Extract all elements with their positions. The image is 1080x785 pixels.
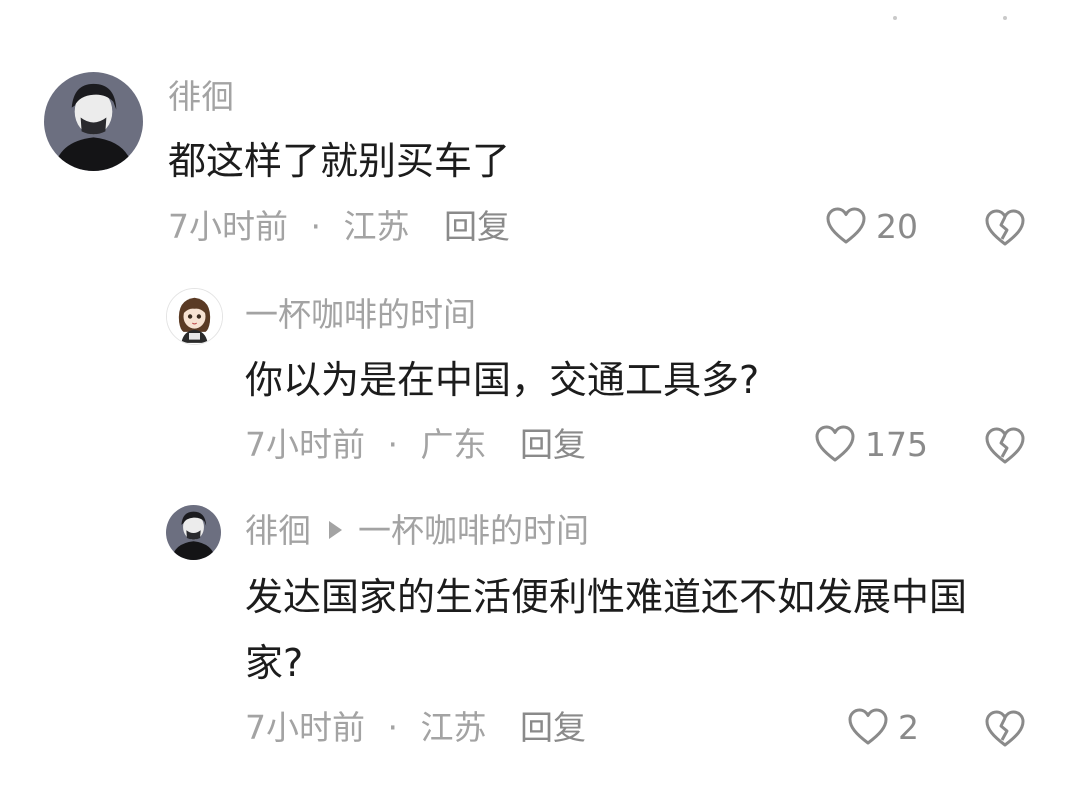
broken-heart-icon xyxy=(985,209,1025,246)
broken-heart-icon xyxy=(985,427,1025,464)
avatar-image xyxy=(167,289,222,344)
avatar[interactable] xyxy=(166,288,223,345)
reply-button[interactable]: 回复 xyxy=(444,210,510,243)
like-button[interactable]: 2 xyxy=(846,705,919,749)
comment-text: 发达国家的生活便利性难道还不如发展中国 家? xyxy=(245,564,967,696)
like-count: 20 xyxy=(876,206,918,246)
comment-time: 7小时前 xyxy=(245,425,365,464)
reply-target-username[interactable]: 一杯咖啡的时间 xyxy=(358,511,589,550)
comment-text-line: 家? xyxy=(245,641,304,685)
top-fragment-dot xyxy=(890,8,900,20)
like-button[interactable]: 175 xyxy=(813,422,928,466)
heart-outline-icon xyxy=(848,708,888,745)
reply-button[interactable]: 回复 xyxy=(520,711,586,744)
avatar[interactable] xyxy=(166,505,221,560)
comment-location: 江苏 xyxy=(343,207,410,246)
comment-meta: 7小时前 · 江苏 xyxy=(245,711,487,744)
comment-meta: 7小时前 · 广东 xyxy=(245,428,487,461)
comment-meta: 7小时前 · 江苏 xyxy=(168,210,410,243)
comment-text: 你以为是在中国，交通工具多? xyxy=(245,358,760,402)
meta-separator: · xyxy=(310,207,322,246)
comment-text-line: 发达国家的生活便利性难道还不如发展中国 xyxy=(245,575,968,619)
broken-heart-icon xyxy=(985,710,1025,747)
heart-outline-icon xyxy=(826,207,866,244)
triangle-right-icon xyxy=(329,520,342,539)
like-button[interactable]: 20 xyxy=(824,204,918,248)
username[interactable]: 徘徊 xyxy=(245,511,311,550)
reply-button[interactable]: 回复 xyxy=(520,428,586,461)
dislike-button[interactable] xyxy=(983,206,1027,250)
dislike-button[interactable] xyxy=(983,424,1027,468)
like-count: 2 xyxy=(898,707,919,747)
heart-outline-icon xyxy=(815,425,855,462)
comment-text: 都这样了就别买车了 xyxy=(168,139,511,183)
top-fragment-dot xyxy=(1000,8,1010,20)
avatar[interactable] xyxy=(44,72,143,171)
dislike-button[interactable] xyxy=(983,707,1027,751)
meta-separator: · xyxy=(387,708,399,747)
avatar-image xyxy=(44,72,143,171)
reply-username-line: 徘徊 一杯咖啡的时间 xyxy=(245,514,589,547)
avatar-image xyxy=(166,505,221,560)
username[interactable]: 徘徊 xyxy=(168,80,234,113)
comment-location: 广东 xyxy=(420,425,487,464)
comment-location: 江苏 xyxy=(420,708,487,747)
comment-time: 7小时前 xyxy=(168,207,288,246)
comment-time: 7小时前 xyxy=(245,708,365,747)
meta-separator: · xyxy=(387,425,399,464)
like-count: 175 xyxy=(865,424,928,464)
username[interactable]: 一杯咖啡的时间 xyxy=(245,298,476,331)
